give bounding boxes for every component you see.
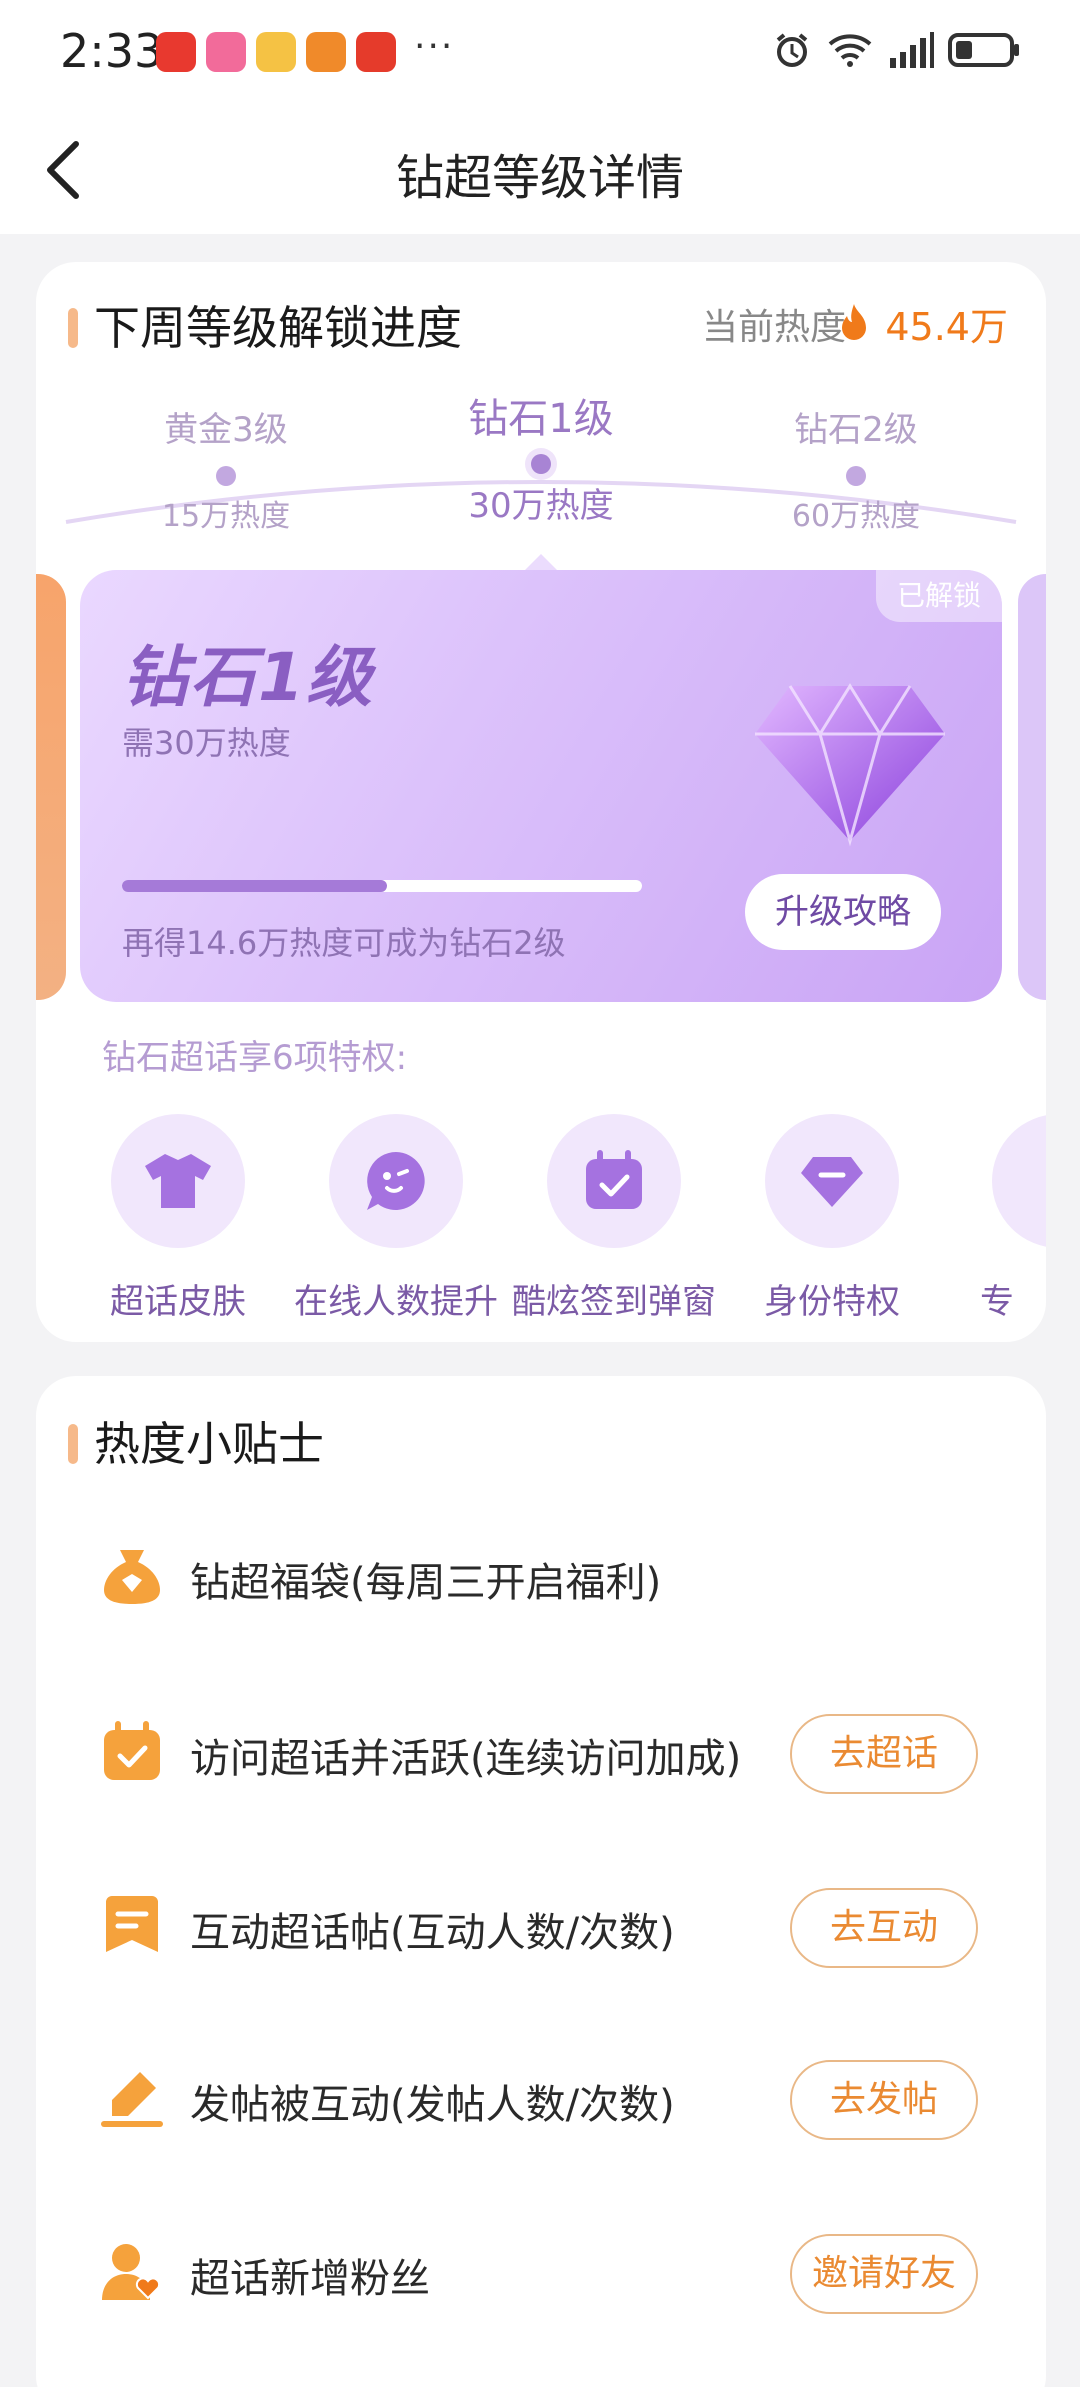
- calendar-check-icon: [586, 1150, 642, 1209]
- privilege-item[interactable]: 超话皮肤: [68, 1114, 288, 1323]
- battery-icon: [948, 33, 1019, 67]
- gift-notification-icon: [356, 32, 396, 72]
- tip-text: 访问超话并活跃(连续访问加成): [190, 1736, 742, 1782]
- privilege-label: 酷炫签到弹窗: [512, 1282, 716, 1322]
- flame-icon: [842, 304, 866, 340]
- upgrade-guide-button[interactable]: 升级攻略: [745, 874, 941, 950]
- prev-level-card[interactable]: [36, 574, 66, 1000]
- level-card-requirement: 需30万热度: [122, 724, 291, 762]
- privilege-item[interactable]: 在线人数提升: [286, 1114, 506, 1323]
- privilege-icon-bg: [111, 1114, 245, 1248]
- current-heat-value: 45.4万: [885, 305, 1008, 349]
- level-heat: 15万热度: [161, 499, 291, 534]
- section-title: 下周等级解锁进度: [94, 301, 462, 355]
- weibo-notification-icon: [256, 32, 296, 72]
- more-notifications-icon: ···: [414, 26, 455, 67]
- next-level-card[interactable]: [1018, 574, 1046, 1000]
- privilege-item[interactable]: 专: [940, 1114, 1046, 1323]
- bookmark-icon: [106, 1896, 158, 1952]
- tip-text: 钻超福袋(每周三开启福利): [190, 1560, 662, 1606]
- heat-tips-card: 热度小贴士 钻超福袋(每周三开启福利) 访问超话并活跃(连续访问加成) 去超话 …: [36, 1376, 1046, 2387]
- chat-smile-icon: [367, 1152, 425, 1210]
- diamond-icon: [755, 683, 945, 847]
- lucky-bag-icon: [104, 1550, 160, 1604]
- tip-text: 超话新增粉丝: [190, 2256, 430, 2302]
- privileges-title: 钻石超话享6项特权:: [102, 1038, 408, 1078]
- notification-icons: [156, 32, 396, 72]
- user-heart-icon: [102, 2244, 161, 2300]
- tshirt-icon: [145, 1154, 211, 1208]
- privilege-icon-bg: [992, 1114, 1046, 1248]
- privilege-label: 在线人数提升: [294, 1282, 498, 1322]
- current-level-card: 已解锁 钻石1级 需30万热度 再得14.6万热度可成为钻石2级 升级攻略: [80, 570, 1002, 1002]
- page-header: 钻超等级详情: [0, 110, 1080, 234]
- level-progress-bar: [122, 880, 642, 892]
- invite-friends-button[interactable]: 邀请好友: [790, 2234, 978, 2314]
- signal-icon: [890, 32, 934, 68]
- privileges-list: 超话皮肤 在线人数提升 酷炫签到弹窗 身份特权 专: [36, 1114, 1046, 1322]
- tip-text: 发帖被互动(发帖人数/次数): [190, 2082, 675, 2128]
- section-accent-bar: [68, 308, 78, 348]
- unlocked-badge: 已解锁: [876, 570, 1002, 622]
- go-supertopic-button[interactable]: 去超话: [790, 1714, 978, 1794]
- diamond-icon: [801, 1157, 863, 1207]
- level-diamond-2[interactable]: 钻石2级 60万热度: [736, 402, 976, 535]
- bilibili-notification-icon: [206, 32, 246, 72]
- privilege-label: 身份特权: [764, 1282, 900, 1322]
- level-gold-3[interactable]: 黄金3级 15万热度: [106, 402, 346, 535]
- level-card-name: 钻石1级: [122, 639, 374, 716]
- tip-item: 超话新增粉丝 邀请好友: [36, 2222, 1046, 2322]
- section-title: 热度小贴士: [94, 1417, 324, 1471]
- status-bar: 2:33 ···: [0, 0, 1080, 110]
- level-name: 钻石2级: [794, 410, 918, 450]
- page-title: 钻超等级详情: [395, 150, 684, 206]
- privilege-item[interactable]: 身份特权: [722, 1114, 942, 1323]
- level-card-tip: 再得14.6万热度可成为钻石2级: [122, 924, 566, 962]
- tip-item: 访问超话并活跃(连续访问加成) 去超话: [36, 1702, 1046, 1802]
- level-name: 黄金3级: [164, 410, 288, 450]
- tip-text: 互动超话帖(互动人数/次数): [190, 1910, 675, 1956]
- go-post-button[interactable]: 去发帖: [790, 2060, 978, 2140]
- privilege-item[interactable]: 酷炫签到弹窗: [504, 1114, 724, 1323]
- level-heat: 30万热度: [468, 486, 614, 526]
- wifi-icon: [828, 34, 872, 67]
- tip-item: 互动超话帖(互动人数/次数) 去互动: [36, 1876, 1046, 1976]
- tip-item: 发帖被互动(发帖人数/次数) 去发帖: [36, 2048, 1046, 2148]
- section-accent-bar: [68, 1424, 78, 1464]
- level-heat: 60万热度: [791, 499, 921, 534]
- privilege-label: 专: [980, 1282, 1014, 1322]
- tip-item: 钻超福袋(每周三开启福利): [36, 1526, 1046, 1626]
- current-heat-label: 当前热度: [701, 307, 846, 348]
- level-name: 钻石1级: [468, 396, 614, 442]
- alarm-icon: [776, 33, 808, 67]
- wallet-notification-icon: [306, 32, 346, 72]
- status-time: 2:33: [60, 24, 164, 78]
- level-diamond-1[interactable]: 钻石1级 30万热度: [421, 386, 661, 527]
- privilege-icon-bg: [329, 1114, 463, 1248]
- privilege-icon-bg: [547, 1114, 681, 1248]
- level-progress-card: 下周等级解锁进度 当前热度 45.4万 黄金3级 15万热度 钻石1级 30万热…: [36, 262, 1046, 1342]
- privilege-label: 超话皮肤: [110, 1282, 246, 1322]
- privilege-icon-bg: [765, 1114, 899, 1248]
- level-progress-fill: [122, 880, 388, 892]
- app-notification-icon: [156, 32, 196, 72]
- system-icons: [772, 30, 1020, 70]
- go-interact-button[interactable]: 去互动: [790, 1888, 978, 1968]
- calendar-check-icon: [104, 1721, 160, 1780]
- pencil-icon: [101, 2072, 163, 2127]
